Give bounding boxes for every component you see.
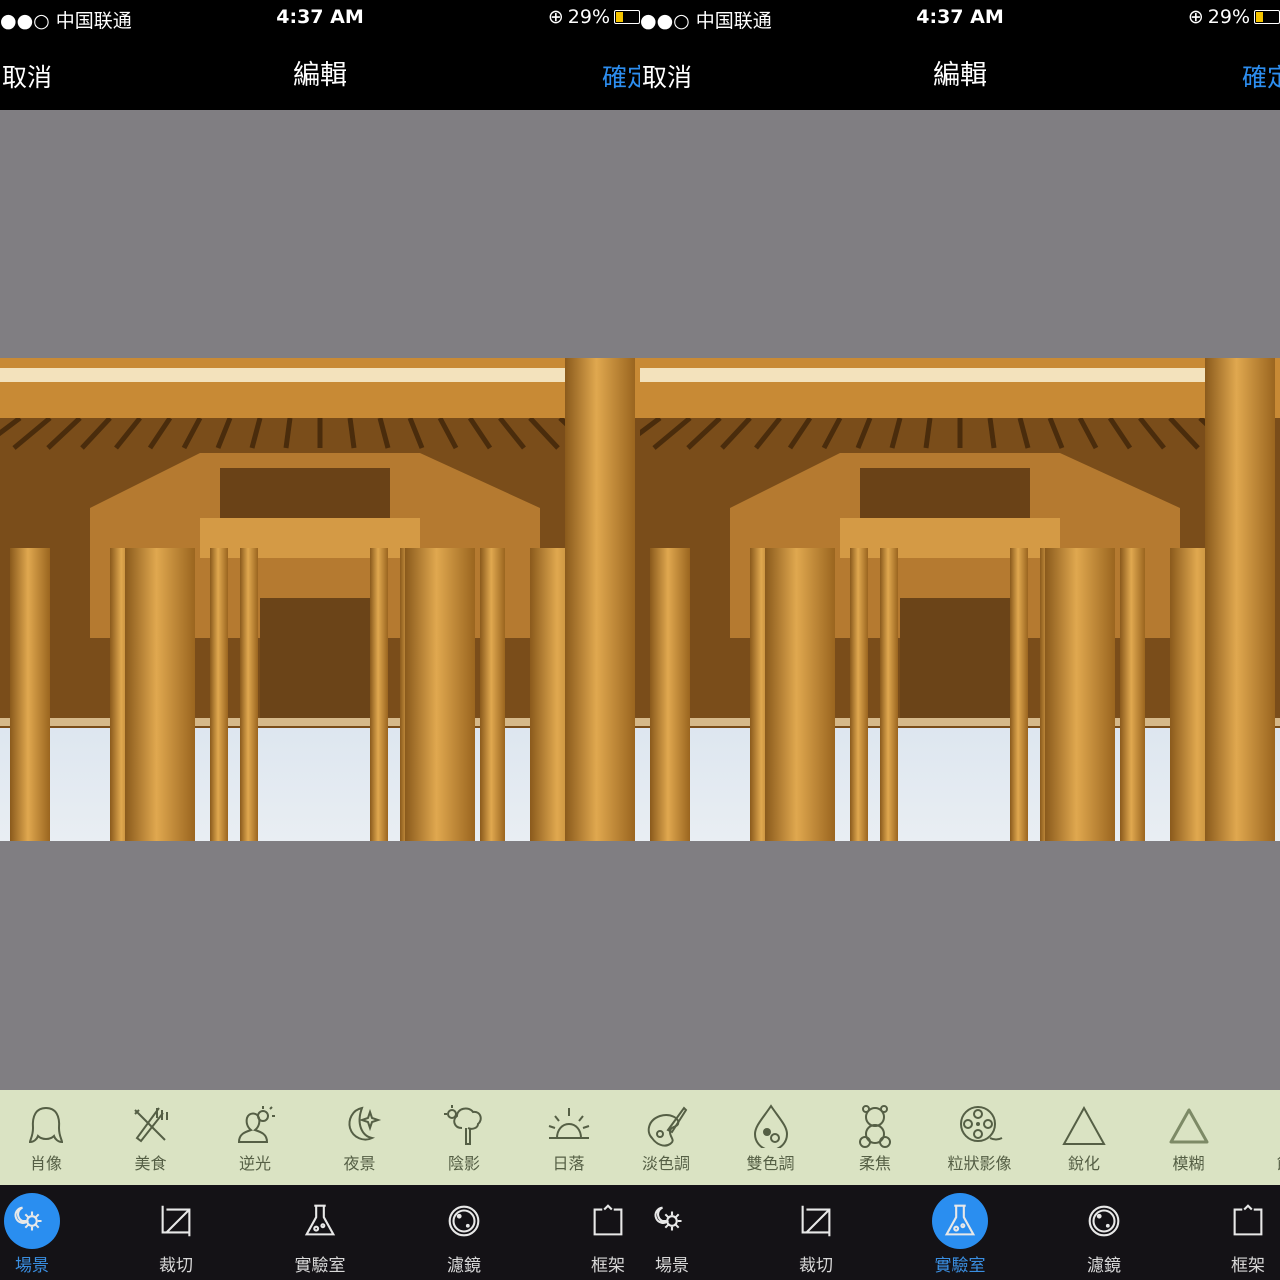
rotation-lock-icon: ⊕ — [547, 6, 564, 28]
tab-scene[interactable]: 場景 — [640, 1193, 717, 1276]
tool-crayon[interactable]: 飽和 — [1241, 1102, 1280, 1174]
bottom-tab-bar: 場景 裁切 實驗室 濾鏡 框架 — [640, 1185, 1280, 1280]
frame-icon — [1233, 1204, 1263, 1236]
tab-label: 場景 — [655, 1256, 689, 1276]
tool-label: 粒狀影像 — [947, 1154, 1012, 1173]
tab-label: 裁切 — [159, 1256, 193, 1276]
tool-label: 陰影 — [447, 1154, 480, 1173]
backlight-icon — [237, 1106, 275, 1143]
status-bar: ●●○ 中国联通 4:37 AM ⊕ 29% — [640, 0, 1280, 36]
battery-percent: 29% — [1207, 6, 1250, 28]
tab-crop[interactable]: 裁切 — [771, 1193, 861, 1276]
page-title: 編輯 — [293, 60, 347, 91]
clock: 4:37 AM — [276, 6, 364, 28]
tab-label: 場景 — [15, 1256, 49, 1276]
filter-icon — [448, 1205, 480, 1237]
portrait-icon — [28, 1106, 64, 1144]
tool-palette[interactable]: 淡色調 — [621, 1102, 640, 1174]
tool-shade[interactable]: 陰影 — [412, 1102, 516, 1174]
tab-filter[interactable]: 濾鏡 — [419, 1193, 509, 1276]
tab-filter[interactable]: 濾鏡 — [1059, 1193, 1149, 1276]
tool-duotone-drop[interactable]: 雙色調 — [719, 1102, 823, 1174]
tool-food[interactable]: 美食 — [99, 1102, 203, 1174]
tab-label: 框架 — [1231, 1256, 1265, 1276]
crop-icon — [161, 1205, 191, 1237]
tab-label: 實驗室 — [934, 1256, 986, 1276]
tool-portrait[interactable]: 肖像 — [0, 1102, 98, 1174]
tool-film-reel[interactable]: 粒狀影像 — [928, 1102, 1032, 1174]
battery-status: ⊕ 29% — [1188, 6, 1280, 28]
tab-label: 濾鏡 — [1087, 1256, 1121, 1276]
confirm-button[interactable]: 確定 — [1242, 58, 1280, 94]
frame-icon — [593, 1204, 623, 1236]
sunset-icon — [548, 1108, 589, 1139]
tool-blurred-triangle[interactable]: 模糊 — [1137, 1102, 1241, 1174]
tool-label: 柔焦 — [858, 1154, 891, 1173]
battery-percent: 29% — [567, 6, 610, 28]
film-reel-icon — [959, 1106, 1002, 1142]
clock: 4:37 AM — [916, 6, 1004, 28]
tab-crop[interactable]: 裁切 — [131, 1193, 221, 1276]
tool-backlight[interactable]: 逆光 — [203, 1102, 307, 1174]
food-icon — [133, 1107, 168, 1143]
tool-label: 夜景 — [343, 1154, 376, 1173]
flask-icon — [944, 1204, 976, 1236]
confirm-button[interactable]: 確定 — [602, 58, 640, 94]
tool-label: 日落 — [552, 1154, 585, 1173]
tool-label: 銳化 — [1067, 1154, 1100, 1173]
teddy-bear-icon — [859, 1105, 891, 1148]
photo-canvas — [0, 358, 640, 841]
tool-label: 美食 — [134, 1154, 167, 1173]
scene-icon — [654, 1206, 682, 1231]
tool-triangle[interactable]: 銳化 — [1032, 1102, 1136, 1174]
tab-label: 濾鏡 — [447, 1256, 481, 1276]
tool-strip[interactable]: 淡色調 雙色調 柔焦 粒狀影像 銳化 模糊 飽和 — [640, 1090, 1280, 1185]
tool-label: 模糊 — [1172, 1154, 1205, 1173]
tab-flask[interactable]: 實驗室 — [275, 1193, 365, 1276]
tool-label: 肖像 — [29, 1154, 62, 1173]
filter-icon — [1088, 1205, 1120, 1237]
rotation-lock-icon: ⊕ — [1187, 6, 1204, 28]
tool-palette[interactable]: 淡色調 — [640, 1102, 718, 1174]
editor-screen: ●●○ 中国联通 4:37 AM ⊕ 29% 取消 編輯 確定 肖像 美食 逆光 … — [0, 0, 640, 1280]
editor-screen: ●●○ 中国联通 4:37 AM ⊕ 29% 取消 編輯 確定 淡色調 雙色調 柔… — [640, 0, 1280, 1280]
comparison-screens: ●●○ 中国联通 4:37 AM ⊕ 29% 取消 編輯 確定 肖像 美食 逆光 … — [0, 0, 1280, 1280]
tab-flask[interactable]: 實驗室 — [915, 1193, 1005, 1276]
tab-frame[interactable]: 框架 — [563, 1193, 640, 1276]
shade-icon — [444, 1105, 482, 1145]
tab-label: 實驗室 — [294, 1256, 346, 1276]
duotone-drop-icon — [753, 1104, 788, 1148]
gazebo-photo — [0, 358, 640, 841]
flask-icon — [304, 1204, 336, 1236]
tool-label: 雙色調 — [746, 1154, 795, 1173]
crop-icon — [801, 1205, 831, 1237]
tool-sunset[interactable]: 日落 — [517, 1102, 621, 1174]
nav-bar: 取消 編輯 確定 — [640, 36, 1280, 110]
battery-icon — [1254, 10, 1280, 24]
tool-teddy-bear[interactable]: 柔焦 — [823, 1102, 927, 1174]
gazebo-photo — [640, 358, 1280, 841]
triangle-icon — [1062, 1105, 1106, 1145]
page-title: 編輯 — [933, 60, 987, 91]
photo-canvas — [640, 358, 1280, 841]
tab-scene[interactable]: 場景 — [0, 1193, 77, 1276]
tab-label: 框架 — [591, 1256, 625, 1276]
status-bar: ●●○ 中国联通 4:37 AM ⊕ 29% — [0, 0, 640, 36]
bottom-tab-bar: 場景 裁切 實驗室 濾鏡 框架 — [0, 1185, 640, 1280]
scene-icon — [14, 1206, 42, 1231]
blurred-triangle-icon — [1169, 1108, 1208, 1144]
night-icon — [348, 1106, 381, 1141]
tool-label: 淡色調 — [641, 1154, 690, 1173]
palette-icon — [647, 1106, 688, 1147]
crayon-icon — [1269, 1102, 1280, 1148]
tool-night[interactable]: 夜景 — [308, 1102, 412, 1174]
nav-bar: 取消 編輯 確定 — [0, 36, 640, 110]
battery-icon — [614, 10, 640, 24]
tool-strip[interactable]: 肖像 美食 逆光 夜景 陰影 日落 淡色調 — [0, 1090, 640, 1185]
battery-status: ⊕ 29% — [548, 6, 640, 28]
tab-frame[interactable]: 框架 — [1203, 1193, 1280, 1276]
tool-label: 逆光 — [238, 1154, 271, 1173]
tab-label: 裁切 — [799, 1256, 833, 1276]
